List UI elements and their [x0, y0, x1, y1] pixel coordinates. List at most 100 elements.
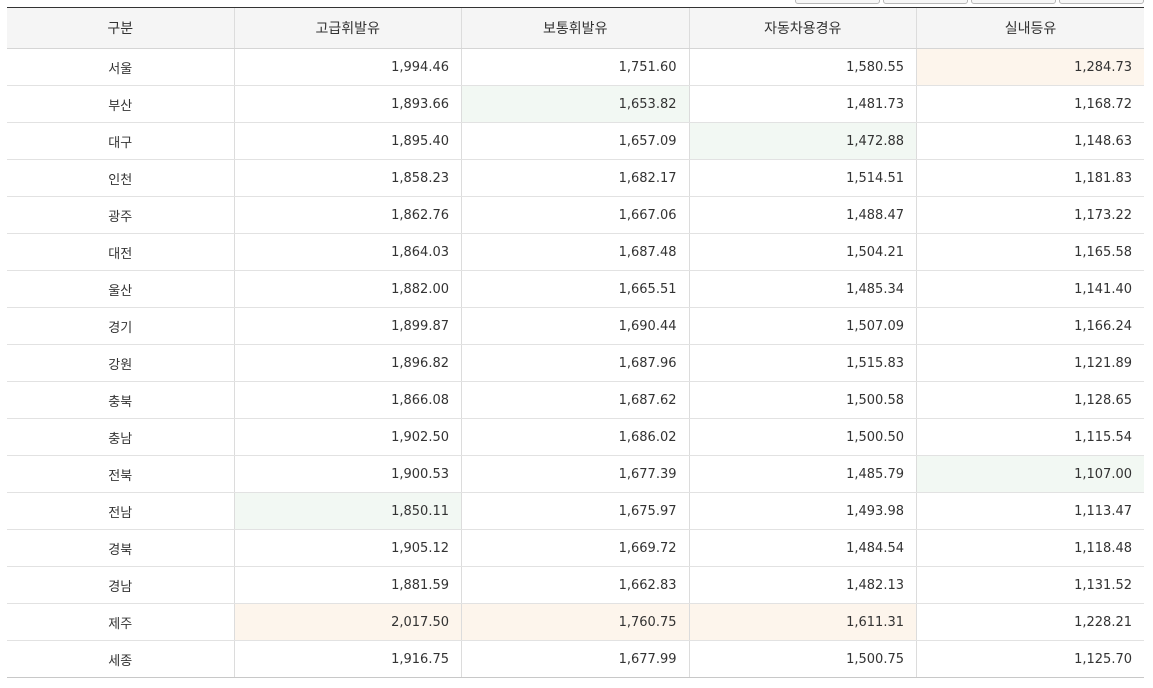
kerosene-price-cell: 1,165.58: [916, 233, 1144, 271]
table-row: 경남 1,881.59 1,662.83 1,482.13 1,131.52: [7, 566, 1144, 604]
table-row: 부산 1,893.66 1,653.82 1,481.73 1,168.72: [7, 85, 1144, 123]
premium-gasoline-price-cell: 1,850.11: [233, 492, 462, 530]
kerosene-price-cell: 1,181.83: [916, 159, 1144, 197]
table-row: 대구 1,895.40 1,657.09 1,472.88 1,148.63: [7, 122, 1144, 160]
premium-gasoline-price-cell: 1,902.50: [233, 418, 462, 456]
kerosene-price-cell: 1,115.54: [916, 418, 1144, 456]
fuel-price-table: 구분 고급휘발유 보통휘발유 자동차용경유 실내등유 서울 1,994.46 1,7…: [7, 7, 1144, 678]
premium-gasoline-price-cell: 1,899.87: [233, 307, 462, 345]
automotive-diesel-price-cell: 1,500.75: [688, 640, 917, 678]
header-regular-gasoline: 보통휘발유: [461, 7, 689, 49]
table-row: 세종 1,916.75 1,677.99 1,500.75 1,125.70: [7, 640, 1144, 678]
region-cell: 부산: [7, 85, 234, 123]
kerosene-price-cell: 1,131.52: [916, 566, 1144, 604]
automotive-diesel-price-cell: 1,580.55: [688, 48, 917, 86]
table-row: 경기 1,899.87 1,690.44 1,507.09 1,166.24: [7, 307, 1144, 345]
region-cell: 충남: [7, 418, 234, 456]
premium-gasoline-price-cell: 1,858.23: [233, 159, 462, 197]
regular-gasoline-price-cell: 1,690.44: [461, 307, 689, 345]
premium-gasoline-price-cell: 1,864.03: [233, 233, 462, 271]
region-cell: 대전: [7, 233, 234, 271]
kerosene-price-cell: 1,148.63: [916, 122, 1144, 160]
region-cell: 대구: [7, 122, 234, 160]
automotive-diesel-price-cell: 1,507.09: [688, 307, 917, 345]
automotive-diesel-price-cell: 1,515.83: [688, 344, 917, 382]
premium-gasoline-price-cell: 1,866.08: [233, 381, 462, 419]
automotive-diesel-price-cell: 1,482.13: [688, 566, 917, 604]
premium-gasoline-price-cell: 2,017.50: [233, 603, 462, 641]
premium-gasoline-price-cell: 1,895.40: [233, 122, 462, 160]
regular-gasoline-price-cell: 1,687.48: [461, 233, 689, 271]
automotive-diesel-price-cell: 1,500.50: [688, 418, 917, 456]
region-cell: 세종: [7, 640, 234, 678]
table-body: 서울 1,994.46 1,751.60 1,580.55 1,284.73 부산 1,89…: [7, 48, 1144, 678]
kerosene-price-cell: 1,284.73: [916, 48, 1144, 86]
table-row: 대전 1,864.03 1,687.48 1,504.21 1,165.58: [7, 233, 1144, 271]
table-row: 전남 1,850.11 1,675.97 1,493.98 1,113.47: [7, 492, 1144, 530]
regular-gasoline-price-cell: 1,653.82: [461, 85, 689, 123]
table-row: 충남 1,902.50 1,686.02 1,500.50 1,115.54: [7, 418, 1144, 456]
region-cell: 울산: [7, 270, 234, 308]
regular-gasoline-price-cell: 1,687.62: [461, 381, 689, 419]
toolbar-button-3[interactable]: [971, 0, 1056, 4]
automotive-diesel-price-cell: 1,504.21: [688, 233, 917, 271]
table-row: 경북 1,905.12 1,669.72 1,484.54 1,118.48: [7, 529, 1144, 567]
table-header: 구분 고급휘발유 보통휘발유 자동차용경유 실내등유: [7, 7, 1144, 49]
region-cell: 인천: [7, 159, 234, 197]
table-row: 서울 1,994.46 1,751.60 1,580.55 1,284.73: [7, 48, 1144, 86]
region-cell: 제주: [7, 603, 234, 641]
premium-gasoline-price-cell: 1,900.53: [233, 455, 462, 493]
regular-gasoline-price-cell: 1,669.72: [461, 529, 689, 567]
table-row: 강원 1,896.82 1,687.96 1,515.83 1,121.89: [7, 344, 1144, 382]
region-cell: 서울: [7, 48, 234, 86]
premium-gasoline-price-cell: 1,994.46: [233, 48, 462, 86]
kerosene-price-cell: 1,107.00: [916, 455, 1144, 493]
kerosene-price-cell: 1,173.22: [916, 196, 1144, 234]
kerosene-price-cell: 1,128.65: [916, 381, 1144, 419]
automotive-diesel-price-cell: 1,488.47: [688, 196, 917, 234]
automotive-diesel-price-cell: 1,472.88: [688, 122, 917, 160]
header-row: 구분 고급휘발유 보통휘발유 자동차용경유 실내등유: [7, 7, 1144, 49]
header-region: 구분: [7, 7, 234, 49]
region-cell: 경기: [7, 307, 234, 345]
regular-gasoline-price-cell: 1,751.60: [461, 48, 689, 86]
premium-gasoline-price-cell: 1,916.75: [233, 640, 462, 678]
table-row: 제주 2,017.50 1,760.75 1,611.31 1,228.21: [7, 603, 1144, 641]
region-cell: 경북: [7, 529, 234, 567]
automotive-diesel-price-cell: 1,484.54: [688, 529, 917, 567]
header-premium-gasoline: 고급휘발유: [233, 7, 462, 49]
header-automotive-diesel: 자동차용경유: [688, 7, 917, 49]
table-row: 전북 1,900.53 1,677.39 1,485.79 1,107.00: [7, 455, 1144, 493]
regular-gasoline-price-cell: 1,662.83: [461, 566, 689, 604]
regular-gasoline-price-cell: 1,665.51: [461, 270, 689, 308]
kerosene-price-cell: 1,228.21: [916, 603, 1144, 641]
regular-gasoline-price-cell: 1,687.96: [461, 344, 689, 382]
regular-gasoline-price-cell: 1,677.39: [461, 455, 689, 493]
kerosene-price-cell: 1,125.70: [916, 640, 1144, 678]
regular-gasoline-price-cell: 1,682.17: [461, 159, 689, 197]
automotive-diesel-price-cell: 1,500.58: [688, 381, 917, 419]
table-row: 울산 1,882.00 1,665.51 1,485.34 1,141.40: [7, 270, 1144, 308]
top-toolbar-fragment: [0, 0, 1153, 7]
region-cell: 충북: [7, 381, 234, 419]
table-row: 인천 1,858.23 1,682.17 1,514.51 1,181.83: [7, 159, 1144, 197]
automotive-diesel-price-cell: 1,493.98: [688, 492, 917, 530]
regular-gasoline-price-cell: 1,657.09: [461, 122, 689, 160]
table-row: 광주 1,862.76 1,667.06 1,488.47 1,173.22: [7, 196, 1144, 234]
toolbar-button-2[interactable]: [883, 0, 968, 4]
kerosene-price-cell: 1,118.48: [916, 529, 1144, 567]
toolbar-button-1[interactable]: [795, 0, 880, 4]
automotive-diesel-price-cell: 1,485.79: [688, 455, 917, 493]
automotive-diesel-price-cell: 1,514.51: [688, 159, 917, 197]
premium-gasoline-price-cell: 1,896.82: [233, 344, 462, 382]
kerosene-price-cell: 1,121.89: [916, 344, 1144, 382]
region-cell: 강원: [7, 344, 234, 382]
premium-gasoline-price-cell: 1,862.76: [233, 196, 462, 234]
kerosene-price-cell: 1,168.72: [916, 85, 1144, 123]
automotive-diesel-price-cell: 1,481.73: [688, 85, 917, 123]
table-row: 충북 1,866.08 1,687.62 1,500.58 1,128.65: [7, 381, 1144, 419]
kerosene-price-cell: 1,113.47: [916, 492, 1144, 530]
header-kerosene: 실내등유: [916, 7, 1144, 49]
regular-gasoline-price-cell: 1,677.99: [461, 640, 689, 678]
toolbar-button-4[interactable]: [1059, 0, 1144, 4]
